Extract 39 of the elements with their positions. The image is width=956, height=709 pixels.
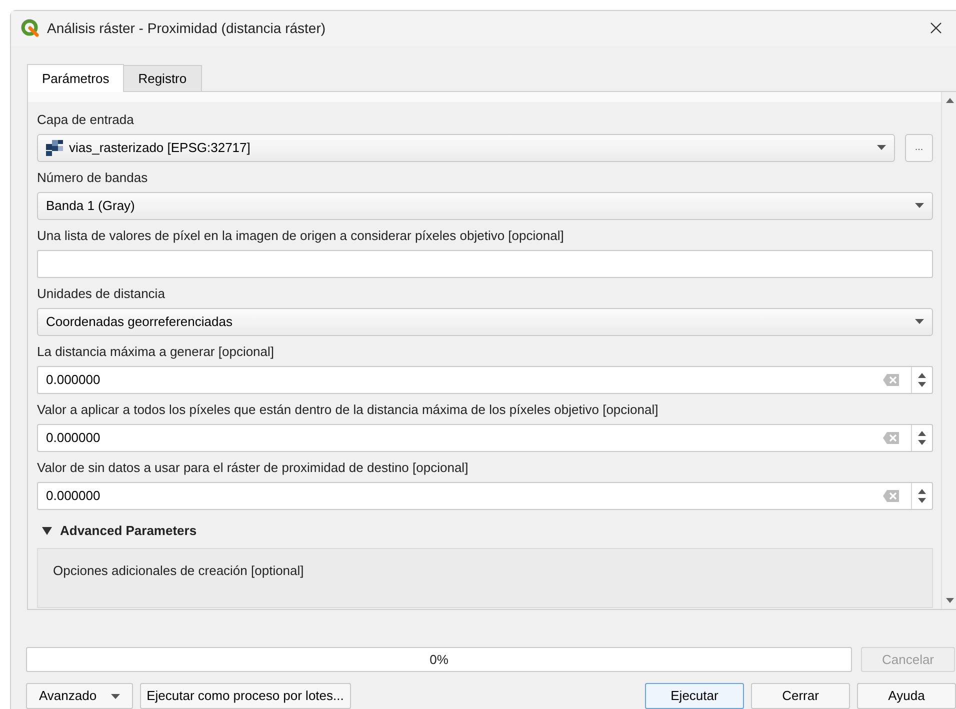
- input-field[interactable]: [37, 250, 933, 278]
- dropdown-caret-icon: [877, 145, 886, 150]
- spinner-arrows-icon[interactable]: [918, 488, 926, 503]
- parameter-label: Una lista de valores de píxel en la imagen de origen a considerar píxeles objetivo [opcional]: [37, 226, 565, 245]
- tab[interactable]: Parámetros: [27, 64, 124, 92]
- dropdown[interactable]: Banda 1 (Gray): [37, 192, 933, 220]
- dropdown[interactable]: vias_rasterizado [EPSG:32717]: [37, 134, 895, 162]
- number-field[interactable]: 0.000000: [37, 424, 933, 452]
- button[interactable]: Ejecutar como proceso por lotes...: [140, 683, 351, 709]
- parameter-label: La distancia máxima a generar [opcional]: [37, 342, 276, 361]
- parameter-label: Valor de sin datos a usar para el ráster de proximidad de destino [opcional]: [37, 458, 470, 477]
- close-icon[interactable]: [930, 22, 942, 34]
- expand-triangle-icon: [42, 526, 52, 535]
- spinner-arrows-icon[interactable]: [918, 430, 926, 445]
- number-field[interactable]: 0.000000: [37, 366, 933, 394]
- window-title: Análisis ráster - Proximidad (distancia ráster): [47, 18, 327, 38]
- scrollbar[interactable]: [941, 92, 956, 609]
- browse-button[interactable]: ...: [905, 134, 933, 162]
- dropdown-caret-icon: [915, 319, 924, 324]
- button[interactable]: Ejecutar: [645, 683, 744, 709]
- button[interactable]: Cerrar: [751, 683, 850, 709]
- progress-label: 0%: [430, 650, 448, 669]
- parameter-label: Capa de entrada: [37, 110, 135, 129]
- parameter-label: Valor a aplicar a todos los píxeles que están dentro de la distancia máxima de los píxeles objetivo [opcional]: [37, 400, 660, 419]
- tab[interactable]: Registro: [124, 64, 202, 91]
- spinner-arrows-icon[interactable]: [918, 372, 926, 387]
- scroll-down-icon[interactable]: [946, 598, 954, 603]
- menu-button[interactable]: Avanzado: [26, 683, 133, 709]
- dropdown[interactable]: Coordenadas georreferenciadas: [37, 308, 933, 336]
- dropdown-caret-icon: [915, 203, 924, 208]
- parameter-label: Opciones adicionales de creación [optional]: [53, 562, 305, 580]
- caret-icon: [110, 694, 120, 698]
- scroll-up-icon[interactable]: [946, 98, 954, 103]
- button[interactable]: Ayuda: [857, 683, 956, 709]
- app-logo-icon: [21, 19, 39, 38]
- parameter-label: Número de bandas: [37, 168, 149, 187]
- number-field[interactable]: 0.000000: [37, 482, 933, 510]
- section-toggle[interactable]: Advanced Parameters: [37, 520, 933, 542]
- parameter-label: Unidades de distancia: [37, 284, 166, 303]
